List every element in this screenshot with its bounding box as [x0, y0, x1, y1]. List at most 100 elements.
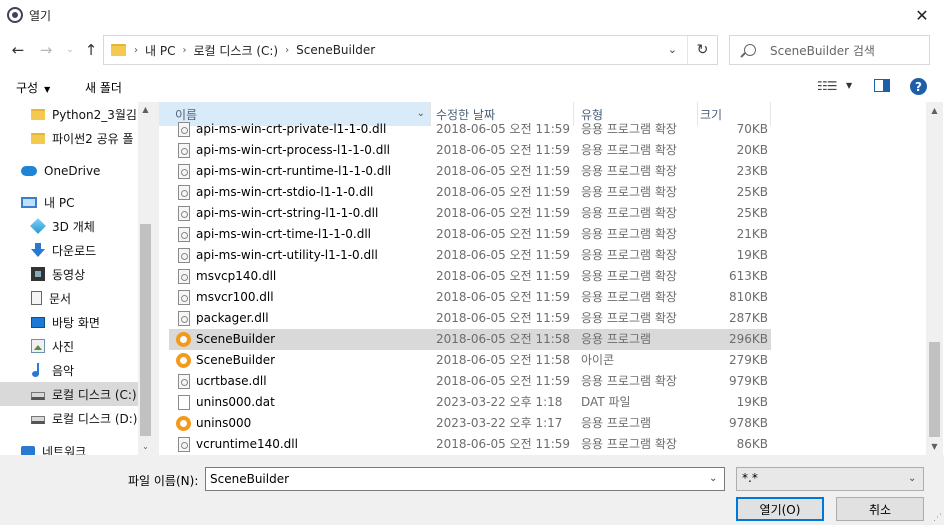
forward-arrow-icon[interactable]: → [34, 38, 58, 62]
file-modified: 2018-06-05 오전 11:59 [436, 437, 571, 451]
file-row[interactable]: SceneBuilder 2018-06-05 오전 11:58 아이콘 279KB [169, 350, 771, 371]
sidebar-item[interactable]: 파이썬2 공유 폴 [0, 126, 138, 150]
application-icon [176, 353, 191, 368]
file-row[interactable]: api-ms-win-crt-runtime-l1-1-0.dll 2018-06… [169, 161, 771, 182]
file-type-select[interactable]: *.* [736, 467, 924, 491]
sidebar-item[interactable]: 바탕 화면 [0, 310, 138, 334]
file-row[interactable]: api-ms-win-crt-stdio-l1-1-0.dll 2018-06-0… [169, 182, 771, 203]
new-folder-button[interactable]: 새 폴더 [85, 79, 122, 96]
file-row[interactable]: vcruntime140.dll 2018-06-05 오전 11:59 응용 프로… [169, 434, 771, 455]
scroll-down-icon[interactable]: ▼ [926, 438, 943, 455]
address-dropdown-chevron-icon[interactable]: ⌄ [668, 43, 677, 56]
sidebar-item[interactable]: 사진 [0, 334, 138, 358]
cancel-button[interactable]: 취소 [836, 497, 924, 521]
file-name: unins000 [196, 416, 252, 430]
file-type: 응용 프로그램 확장 [581, 374, 677, 388]
file-list: 이름 ^ ⌄ 수정한 날짜 유형 크기 api-ms-win-crt-priva… [159, 102, 944, 455]
file-row[interactable]: msvcr100.dll 2018-06-05 오전 11:59 응용 프로그램 확… [169, 287, 771, 308]
organize-button[interactable]: 구성 ▼ [16, 79, 50, 96]
sidebar-item[interactable]: 문서 [0, 286, 138, 310]
sidebar-item[interactable]: 다운로드 [0, 238, 138, 262]
file-type: 응용 프로그램 [581, 416, 652, 430]
nav-scroll-thumb[interactable] [140, 224, 151, 436]
sort-ascending-icon: ^ [296, 102, 304, 109]
view-options-icon[interactable]: ☷☰ [817, 79, 837, 93]
sidebar-item[interactable]: OneDrive [0, 159, 138, 183]
file-name: unins000.dat [196, 395, 275, 409]
search-placeholder: SceneBuilder 검색 [770, 43, 875, 58]
back-arrow-icon[interactable]: ← [6, 38, 30, 62]
file-size: 70KB [736, 122, 768, 136]
column-filter-chevron-icon[interactable]: ⌄ [417, 108, 425, 119]
breadcrumb-drive-c[interactable]: 로컬 디스크 (C:) [193, 42, 278, 59]
file-name: packager.dll [196, 311, 269, 325]
filename-dropdown-chevron-icon[interactable]: ⌄ [709, 473, 717, 484]
breadcrumb-chevron-icon[interactable]: › [285, 45, 289, 56]
sidebar-item-label: 3D 개체 [52, 219, 95, 234]
breadcrumb-scenebuilder[interactable]: SceneBuilder [296, 43, 375, 57]
dll-file-icon [178, 437, 190, 452]
nav-scrollbar[interactable]: ▲ ⌄ [138, 102, 153, 455]
file-name: vcruntime140.dll [196, 437, 298, 451]
file-row[interactable]: api-ms-win-crt-string-l1-1-0.dll 2018-06-… [169, 203, 771, 224]
breadcrumb-pc[interactable]: 내 PC [145, 42, 175, 59]
file-row[interactable]: ucrtbase.dll 2018-06-05 오전 11:59 응용 프로그램 확… [169, 371, 771, 392]
resize-grip-icon[interactable]: ⋰ [933, 513, 942, 523]
sidebar-item[interactable]: 로컬 디스크 (D:) [0, 406, 138, 430]
file-row[interactable]: packager.dll 2018-06-05 오전 11:59 응용 프로그램 확… [169, 308, 771, 329]
refresh-icon[interactable]: ↻ [687, 36, 717, 64]
file-name: SceneBuilder [196, 332, 276, 346]
file-row[interactable]: SceneBuilder 2018-06-05 오전 11:58 응용 프로그램 29… [169, 329, 771, 350]
file-list-scrollbar[interactable]: ▲ ▼ [926, 102, 943, 455]
sidebar-item[interactable]: 네트워크 [0, 439, 138, 455]
file-name: msvcr100.dll [196, 290, 274, 304]
help-icon[interactable]: ? [910, 78, 927, 95]
file-row[interactable]: api-ms-win-crt-process-l1-1-0.dll 2018-06… [169, 140, 771, 161]
application-icon [176, 416, 191, 431]
file-list-scroll-thumb[interactable] [929, 342, 940, 437]
scroll-down-icon[interactable]: ⌄ [138, 439, 153, 455]
sidebar-item[interactable]: Python2_3월김민 [0, 102, 138, 126]
scroll-up-icon[interactable]: ▲ [926, 102, 943, 119]
search-input[interactable]: SceneBuilder 검색 [729, 35, 930, 65]
close-icon[interactable]: ✕ [904, 0, 940, 30]
sidebar-item[interactable]: 음악 [0, 358, 138, 382]
file-row[interactable]: api-ms-win-crt-time-l1-1-0.dll 2018-06-05… [169, 224, 771, 245]
file-row[interactable]: api-ms-win-crt-private-l1-1-0.dll 2018-06… [169, 119, 771, 140]
preview-pane-icon[interactable] [874, 79, 890, 92]
address-bar[interactable]: › 내 PC › 로컬 디스크 (C:) › SceneBuilder ⌄ ↻ [103, 35, 718, 65]
breadcrumb-chevron-icon[interactable]: › [182, 45, 186, 56]
up-arrow-icon[interactable]: ↑ [79, 38, 103, 62]
caret-down-icon[interactable]: ▼ [846, 81, 852, 90]
file-row[interactable]: unins000.dat 2023-03-22 오후 1:18 DAT 파일 19KB [169, 392, 771, 413]
sidebar-item[interactable]: 동영상 [0, 262, 138, 286]
breadcrumb-chevron-icon[interactable]: › [134, 45, 138, 56]
filename-input[interactable] [205, 467, 725, 491]
sidebar-item[interactable]: 내 PC [0, 190, 138, 214]
video-icon [31, 267, 45, 281]
sidebar-item-label: 로컬 디스크 (C:) [52, 387, 137, 402]
cube-icon [30, 218, 46, 234]
file-modified: 2018-06-05 오전 11:59 [436, 269, 571, 283]
file-row[interactable]: unins000 2023-03-22 오후 1:17 응용 프로그램 978KB [169, 413, 771, 434]
sidebar-item[interactable]: 3D 개체 [0, 214, 138, 238]
file-modified: 2023-03-22 오후 1:17 [436, 416, 563, 430]
file-size: 19KB [736, 248, 768, 262]
search-icon [744, 44, 756, 56]
file-modified: 2018-06-05 오전 11:59 [436, 248, 571, 262]
picture-icon [31, 339, 45, 353]
file-row[interactable]: msvcp140.dll 2018-06-05 오전 11:59 응용 프로그램 확… [169, 266, 771, 287]
title-bar: 열기 ✕ [0, 0, 944, 30]
file-type: 아이콘 [581, 353, 615, 367]
file-size: 613KB [728, 269, 768, 283]
file-size: 86KB [736, 437, 768, 451]
file-type-chevron-icon[interactable]: ⌄ [908, 473, 916, 484]
file-name: msvcp140.dll [196, 269, 277, 283]
sidebar-item-label: 로컬 디스크 (D:) [52, 411, 138, 426]
scroll-up-icon[interactable]: ▲ [138, 102, 153, 118]
window-title: 열기 [29, 8, 52, 23]
sidebar-item-label: OneDrive [44, 164, 101, 178]
sidebar-item[interactable]: 로컬 디스크 (C:) [0, 382, 138, 406]
open-button[interactable]: 열기(O) [736, 497, 824, 521]
file-row[interactable]: api-ms-win-crt-utility-l1-1-0.dll 2018-06… [169, 245, 771, 266]
